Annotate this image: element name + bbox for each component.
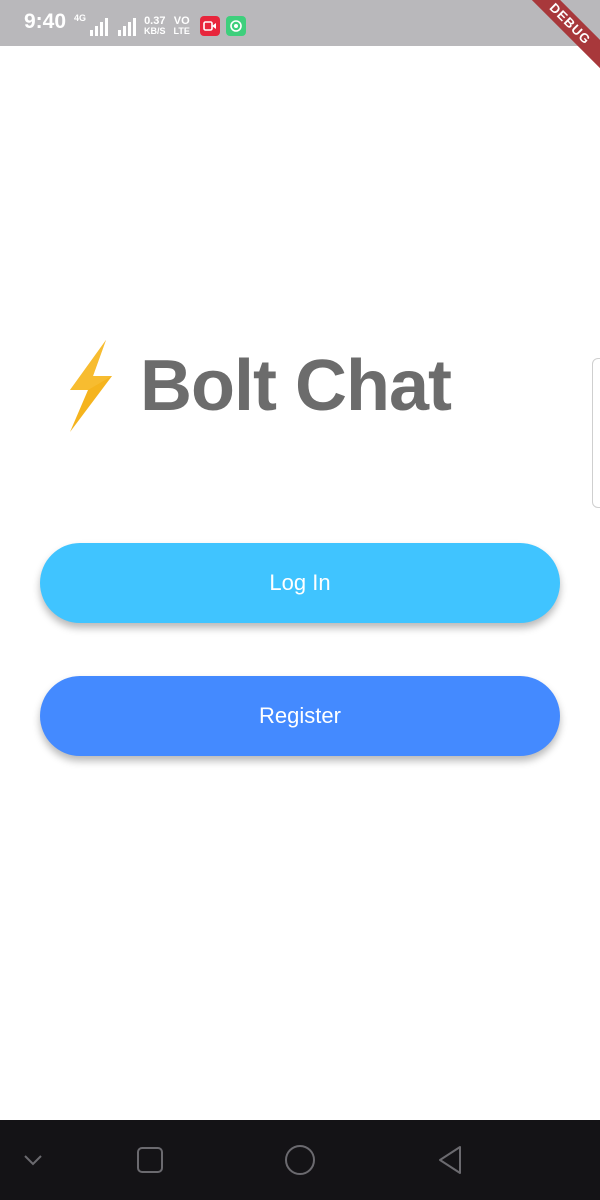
screen-record-icon bbox=[199, 16, 220, 36]
speed-unit: KB/S bbox=[144, 26, 166, 36]
status-time: 9:40 bbox=[24, 10, 67, 33]
network-type-label: 4G bbox=[74, 13, 87, 23]
debug-banner: DEBUG bbox=[513, 0, 600, 81]
app-notification-icon bbox=[225, 16, 246, 36]
volte-indicator: VO LTE bbox=[174, 16, 190, 36]
square-recents-icon[interactable] bbox=[130, 1140, 170, 1180]
signal-strength-icon bbox=[90, 18, 109, 36]
register-button[interactable]: Register bbox=[40, 676, 560, 756]
circle-home-icon[interactable] bbox=[280, 1140, 320, 1180]
navigation-bar bbox=[0, 1120, 600, 1200]
register-button-label: Register bbox=[259, 703, 341, 728]
app-screen: 9:40 4G 0.37 KB/S VO LTE DEBUG Bolt Chat… bbox=[0, 0, 600, 1200]
login-button[interactable]: Log In bbox=[40, 543, 560, 623]
edge-panel-handle[interactable] bbox=[592, 358, 600, 508]
status-icons: 4G 0.37 KB/S VO LTE bbox=[74, 14, 246, 36]
logo-row: Bolt Chat bbox=[62, 338, 452, 434]
signal-strength-2-icon bbox=[118, 18, 137, 36]
lightning-bolt-icon bbox=[70, 340, 112, 432]
app-title: Bolt Chat bbox=[140, 346, 452, 426]
status-bar: 9:40 4G 0.37 KB/S VO LTE DEBUG bbox=[0, 0, 600, 81]
network-speed: 0.37 KB/S bbox=[144, 16, 166, 36]
triangle-back-icon[interactable] bbox=[430, 1140, 470, 1180]
chevron-down-icon[interactable] bbox=[13, 1140, 53, 1180]
login-button-label: Log In bbox=[269, 570, 331, 595]
volte-bottom: LTE bbox=[173, 26, 190, 36]
